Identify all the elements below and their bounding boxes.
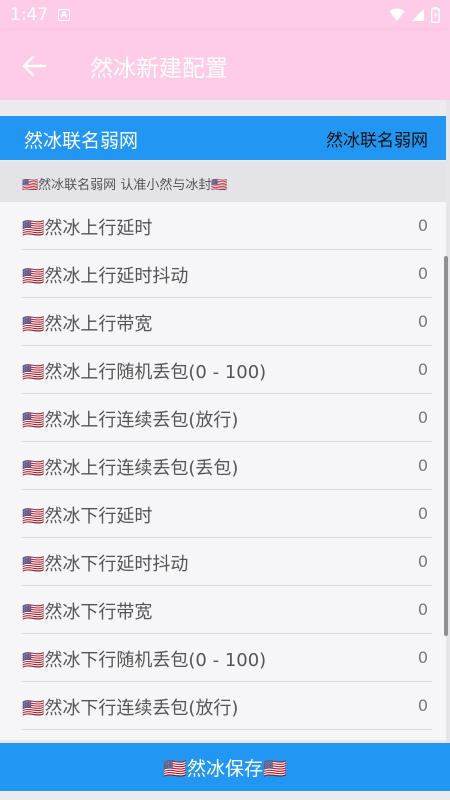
arrow-back-icon[interactable] [20, 52, 48, 80]
status-time: 1:47 [10, 5, 49, 25]
item-label: 🇺🇸然冰下行随机丢包(0 - 100) [22, 650, 267, 671]
list-item[interactable]: 🇺🇸然冰上行延时抖动 0 [22, 250, 432, 298]
save-button-label: 🇺🇸然冰保存🇺🇸 [163, 757, 287, 780]
subheader-text: 🇺🇸然冰联名弱网 认准小然与冰封🇺🇸 [22, 178, 228, 193]
item-label: 🇺🇸然冰上行连续丢包(丢包) [22, 458, 239, 479]
app-bar: 然冰新建配置 [0, 30, 450, 100]
item-value[interactable]: 0 [418, 312, 428, 331]
system-icons [389, 6, 440, 24]
list-item[interactable]: 🇺🇸然冰下行连续丢包(放行) 0 [22, 682, 432, 730]
list-item[interactable]: 🇺🇸然冰下行延时 0 [22, 490, 432, 538]
bottom-divider [0, 791, 450, 800]
item-label: 🇺🇸然冰下行延时 [22, 506, 153, 527]
config-name-value[interactable]: 然冰联名弱网 [326, 126, 428, 151]
item-value[interactable]: 0 [418, 504, 428, 523]
scrollbar-thumb[interactable] [444, 256, 448, 636]
save-button[interactable]: 🇺🇸然冰保存🇺🇸 [0, 743, 450, 791]
list-item[interactable]: 🇺🇸然冰上行随机丢包(0 - 100) 0 [22, 346, 432, 394]
list-item[interactable]: 🇺🇸然冰上行带宽 0 [22, 298, 432, 346]
list-item[interactable]: 🇺🇸然冰上行延时 0 [22, 202, 432, 250]
config-name-row[interactable]: 然冰联名弱网 然冰联名弱网 [0, 116, 446, 160]
item-label: 🇺🇸然冰下行带宽 [22, 602, 153, 623]
item-label: 🇺🇸然冰上行连续丢包(放行) [22, 410, 239, 431]
item-label: 🇺🇸然冰下行延时抖动 [22, 554, 189, 575]
wifi-icon [389, 8, 405, 21]
item-value[interactable]: 0 [418, 600, 428, 619]
item-label: 🇺🇸然冰上行延时 [22, 218, 153, 239]
item-value[interactable]: 0 [418, 552, 428, 571]
item-label: 🇺🇸然冰上行带宽 [22, 314, 153, 335]
panel-top-divider [0, 100, 450, 116]
list-item[interactable]: 🇺🇸然冰下行带宽 0 [22, 586, 432, 634]
item-value[interactable]: 0 [418, 264, 428, 283]
item-value[interactable]: 0 [418, 456, 428, 475]
list-item[interactable]: 🇺🇸然冰上行连续丢包(丢包) 0 [22, 442, 432, 490]
list-item[interactable]: 🇺🇸然冰上行连续丢包(放行) 0 [22, 394, 432, 442]
item-value[interactable]: 0 [418, 408, 428, 427]
notification-icon: A [58, 9, 70, 21]
item-label: 🇺🇸然冰上行随机丢包(0 - 100) [22, 362, 267, 383]
status-bar: 1:47 A [0, 0, 450, 30]
list-item[interactable]: 🇺🇸然冰下行延时抖动 0 [22, 538, 432, 586]
signal-icon [412, 9, 424, 21]
item-value[interactable]: 0 [418, 648, 428, 667]
item-label: 🇺🇸然冰上行延时抖动 [22, 266, 189, 287]
item-label: 🇺🇸然冰下行连续丢包(放行) [22, 698, 239, 719]
settings-list[interactable]: 🇺🇸然冰上行延时 0 🇺🇸然冰上行延时抖动 0 🇺🇸然冰上行带宽 0 🇺🇸然冰上… [0, 202, 446, 740]
item-value[interactable]: 0 [418, 216, 428, 235]
item-value[interactable]: 0 [418, 696, 428, 715]
section-subheader: 🇺🇸然冰联名弱网 认准小然与冰封🇺🇸 [0, 162, 446, 202]
item-value[interactable]: 0 [418, 360, 428, 379]
battery-icon [431, 7, 440, 23]
config-name-label: 然冰联名弱网 [24, 130, 139, 152]
list-item[interactable]: 🇺🇸然冰下行随机丢包(0 - 100) 0 [22, 634, 432, 682]
page-title: 然冰新建配置 [90, 56, 228, 82]
